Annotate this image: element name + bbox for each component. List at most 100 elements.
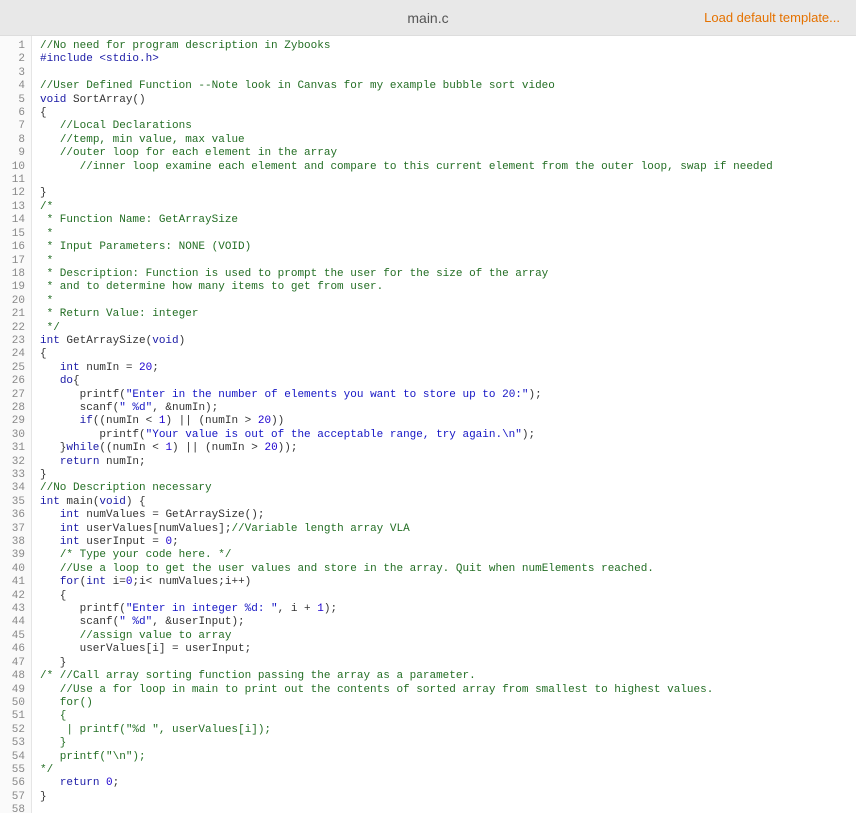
code-line[interactable]: printf("\n"); [40, 751, 856, 764]
code-line[interactable]: * Description: Function is used to promp… [40, 268, 856, 281]
line-number: 3 [0, 67, 31, 80]
code-line[interactable]: int main(void) { [40, 496, 856, 509]
line-number: 42 [0, 590, 31, 603]
code-line[interactable]: */ [40, 322, 856, 335]
line-number: 32 [0, 456, 31, 469]
code-line[interactable]: * [40, 255, 856, 268]
code-line[interactable]: */ [40, 764, 856, 777]
line-number: 37 [0, 523, 31, 536]
code-line[interactable]: { [40, 590, 856, 603]
code-line[interactable]: printf("Your value is out of the accepta… [40, 429, 856, 442]
line-number: 30 [0, 429, 31, 442]
line-number: 15 [0, 228, 31, 241]
line-number: 41 [0, 576, 31, 589]
code-line[interactable]: } [40, 791, 856, 804]
line-number: 51 [0, 710, 31, 723]
code-line[interactable]: /* //Call array sorting function passing… [40, 670, 856, 683]
code-line[interactable]: //Local Declarations [40, 120, 856, 133]
line-number: 40 [0, 563, 31, 576]
code-line[interactable]: int userInput = 0; [40, 536, 856, 549]
code-line[interactable]: //Use a for loop in main to print out th… [40, 684, 856, 697]
line-number: 43 [0, 603, 31, 616]
code-line[interactable]: | printf("%d ", userValues[i]); [40, 724, 856, 737]
code-line[interactable]: if((numIn < 1) || (numIn > 20)) [40, 415, 856, 428]
line-number: 50 [0, 697, 31, 710]
line-number: 5 [0, 94, 31, 107]
line-number: 22 [0, 322, 31, 335]
line-number: 46 [0, 643, 31, 656]
code-line[interactable]: //Use a loop to get the user values and … [40, 563, 856, 576]
line-number: 53 [0, 737, 31, 750]
code-line[interactable]: printf("Enter in integer %d: ", i + 1); [40, 603, 856, 616]
code-line[interactable]: scanf(" %d", &userInput); [40, 616, 856, 629]
line-number: 33 [0, 469, 31, 482]
code-line[interactable] [40, 174, 856, 187]
line-number: 6 [0, 107, 31, 120]
code-line[interactable]: return numIn; [40, 456, 856, 469]
line-number: 58 [0, 804, 31, 817]
line-number: 34 [0, 482, 31, 495]
code-line[interactable]: do{ [40, 375, 856, 388]
code-line[interactable]: //inner loop examine each element and co… [40, 161, 856, 174]
code-line[interactable]: //No need for program description in Zyb… [40, 40, 856, 53]
line-number: 11 [0, 174, 31, 187]
code-line[interactable] [40, 804, 856, 813]
line-number: 54 [0, 751, 31, 764]
code-line[interactable]: int GetArraySize(void) [40, 335, 856, 348]
code-line[interactable]: } [40, 737, 856, 750]
line-number: 57 [0, 791, 31, 804]
code-line[interactable]: * [40, 228, 856, 241]
line-number: 8 [0, 134, 31, 147]
line-number: 2 [0, 53, 31, 66]
code-line[interactable]: }while((numIn < 1) || (numIn > 20)); [40, 442, 856, 455]
code-line[interactable]: printf("Enter in the number of elements … [40, 389, 856, 402]
code-line[interactable]: for() [40, 697, 856, 710]
code-line[interactable]: for(int i=0;i< numValues;i++) [40, 576, 856, 589]
code-line[interactable]: //temp, min value, max value [40, 134, 856, 147]
code-line[interactable]: #include <stdio.h> [40, 53, 856, 66]
code-line[interactable]: } [40, 657, 856, 670]
code-line[interactable]: * Function Name: GetArraySize [40, 214, 856, 227]
line-number: 29 [0, 415, 31, 428]
code-line[interactable]: int numIn = 20; [40, 362, 856, 375]
code-line[interactable]: int userValues[numValues];//Variable len… [40, 523, 856, 536]
line-number: 7 [0, 120, 31, 133]
code-line[interactable]: } [40, 187, 856, 200]
code-line[interactable]: void SortArray() [40, 94, 856, 107]
line-number: 13 [0, 201, 31, 214]
line-number: 56 [0, 777, 31, 790]
line-number: 31 [0, 442, 31, 455]
line-number: 49 [0, 684, 31, 697]
code-line[interactable]: * Input Parameters: NONE (VOID) [40, 241, 856, 254]
code-line[interactable]: //No Description necessary [40, 482, 856, 495]
line-number: 27 [0, 389, 31, 402]
code-line[interactable]: * and to determine how many items to get… [40, 281, 856, 294]
code-line[interactable]: * Return Value: integer [40, 308, 856, 321]
line-number: 12 [0, 187, 31, 200]
code-editor[interactable]: 1234567891011121314151617181920212223242… [0, 36, 856, 813]
code-line[interactable]: //assign value to array [40, 630, 856, 643]
code-line[interactable]: } [40, 469, 856, 482]
line-number: 55 [0, 764, 31, 777]
line-number: 45 [0, 630, 31, 643]
code-line[interactable]: /* Type your code here. */ [40, 549, 856, 562]
line-number: 38 [0, 536, 31, 549]
code-line[interactable]: * [40, 295, 856, 308]
code-line[interactable]: //outer loop for each element in the arr… [40, 147, 856, 160]
line-number: 48 [0, 670, 31, 683]
line-number: 10 [0, 161, 31, 174]
load-template-link[interactable]: Load default template... [704, 10, 840, 25]
code-line[interactable]: /* [40, 201, 856, 214]
code-line[interactable]: //User Defined Function --Note look in C… [40, 80, 856, 93]
code-line[interactable]: scanf(" %d", &numIn); [40, 402, 856, 415]
code-line[interactable]: { [40, 348, 856, 361]
code-line[interactable] [40, 67, 856, 80]
code-line[interactable]: userValues[i] = userInput; [40, 643, 856, 656]
line-number: 36 [0, 509, 31, 522]
code-line[interactable]: return 0; [40, 777, 856, 790]
code-line[interactable]: int numValues = GetArraySize(); [40, 509, 856, 522]
code-line[interactable]: { [40, 710, 856, 723]
code-area[interactable]: //No need for program description in Zyb… [32, 36, 856, 813]
code-line[interactable]: { [40, 107, 856, 120]
line-number: 52 [0, 724, 31, 737]
